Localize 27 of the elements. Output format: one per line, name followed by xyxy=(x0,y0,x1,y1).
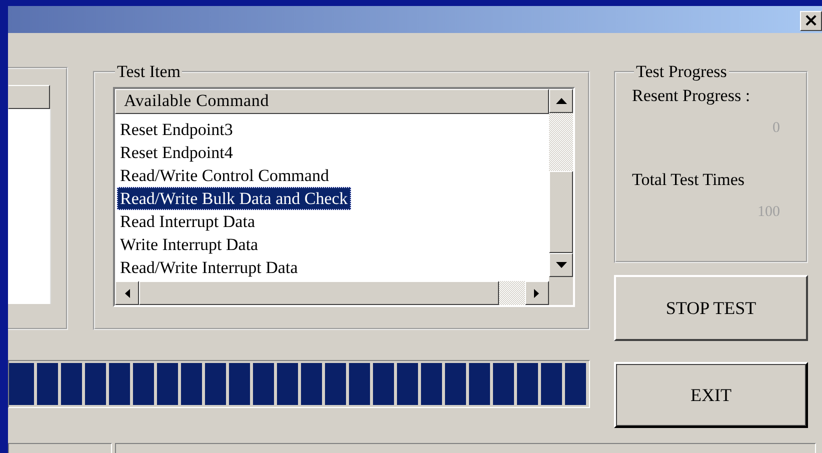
list-item[interactable]: Read/Write Interrupt Data xyxy=(117,256,301,279)
list-item[interactable]: Read/Write Control Command xyxy=(117,164,332,187)
scroll-thumb[interactable] xyxy=(549,171,573,253)
column-header[interactable]: Available Command xyxy=(115,89,549,114)
stop-test-button[interactable]: STOP TEST xyxy=(614,275,808,341)
progress-label: Resent Progress : xyxy=(632,85,752,107)
down-arrow-icon xyxy=(556,262,566,268)
list-item[interactable]: Reset Endpoint4 xyxy=(117,141,236,164)
scroll-down-button[interactable] xyxy=(549,253,573,277)
list-item[interactable]: Reset Endpoint3 xyxy=(117,118,236,141)
group-title: Test Progress xyxy=(635,63,728,81)
scroll-right-button[interactable] xyxy=(525,281,549,305)
left-arrow-icon xyxy=(124,288,130,298)
list-header xyxy=(8,85,50,109)
scroll-left-button[interactable] xyxy=(115,281,139,305)
list-item[interactable]: Read Interrupt Data xyxy=(117,210,258,233)
up-arrow-icon xyxy=(556,98,566,104)
scrollbar-corner xyxy=(549,277,573,305)
total-label: Total Test Times xyxy=(632,169,746,191)
group-title: Test Item xyxy=(116,63,182,81)
exit-button[interactable]: EXIT xyxy=(614,362,808,428)
close-button[interactable]: × xyxy=(800,11,822,31)
list-item[interactable]: Read/Write Bulk Data and Check xyxy=(117,187,351,210)
right-arrow-icon xyxy=(534,288,540,298)
list-item[interactable]: Write Interrupt Data xyxy=(117,233,262,256)
scroll-thumb[interactable] xyxy=(139,281,499,305)
scroll-up-button[interactable] xyxy=(549,89,573,113)
